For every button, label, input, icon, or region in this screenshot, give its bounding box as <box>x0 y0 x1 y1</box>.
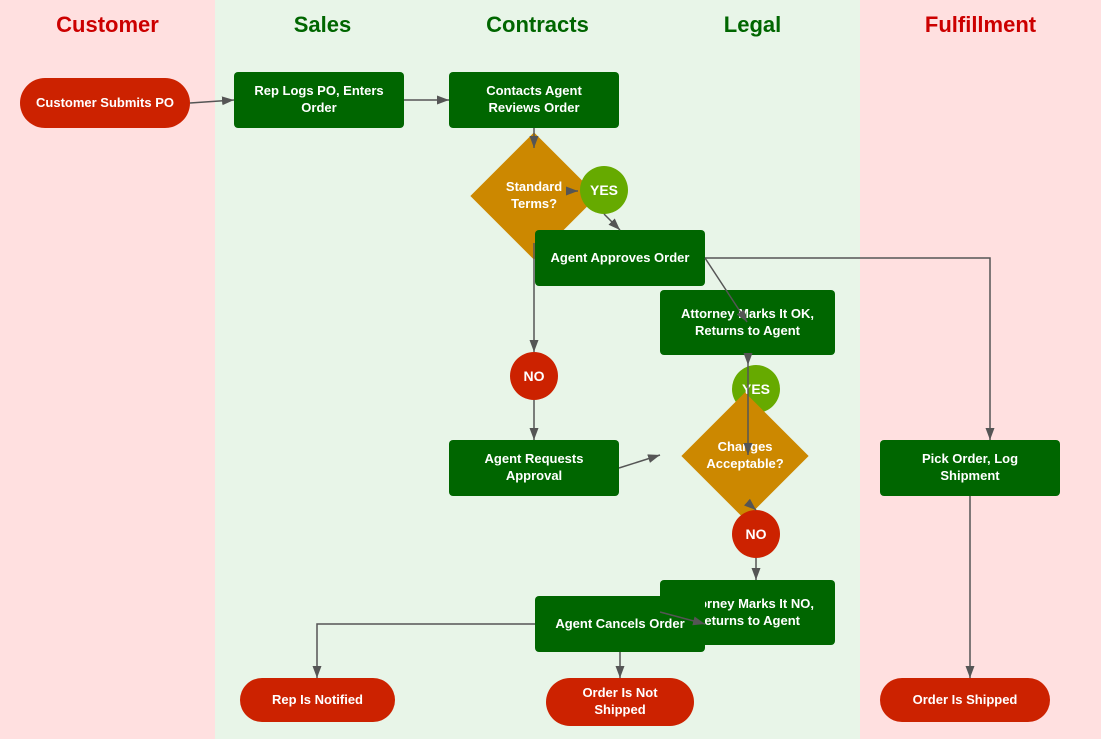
agent-cancels-order: Agent Cancels Order <box>535 596 705 652</box>
order-not-shipped: Order Is Not Shipped <box>546 678 694 726</box>
no-changes-acceptable: NO <box>732 510 780 558</box>
lane-header-customer: Customer <box>0 0 215 46</box>
rep-logs-po: Rep Logs PO, Enters Order <box>234 72 404 128</box>
lane-header-fulfillment: Fulfillment <box>860 0 1101 46</box>
attorney-ok: Attorney Marks It OK, Returns to Agent <box>660 290 835 355</box>
customer-submits-po: Customer Submits PO <box>20 78 190 128</box>
lane-header-sales: Sales <box>215 0 430 46</box>
changes-acceptable-diamond: Changes Acceptable? <box>660 408 830 503</box>
pick-order: Pick Order, Log Shipment <box>880 440 1060 496</box>
agent-requests-approval: Agent Requests Approval <box>449 440 619 496</box>
yes-standard-terms: YES <box>580 166 628 214</box>
lane-header-legal: Legal <box>645 0 860 46</box>
rep-is-notified: Rep Is Notified <box>240 678 395 722</box>
agent-approves-order: Agent Approves Order <box>535 230 705 286</box>
no-standard-terms: NO <box>510 352 558 400</box>
lane-fulfillment: Fulfillment <box>860 0 1101 739</box>
lane-header-contracts: Contracts <box>430 0 645 46</box>
contacts-agent: Contacts Agent Reviews Order <box>449 72 619 128</box>
diagram-container: Customer Sales Contracts Legal Fulfillme… <box>0 0 1101 739</box>
order-is-shipped: Order Is Shipped <box>880 678 1050 722</box>
